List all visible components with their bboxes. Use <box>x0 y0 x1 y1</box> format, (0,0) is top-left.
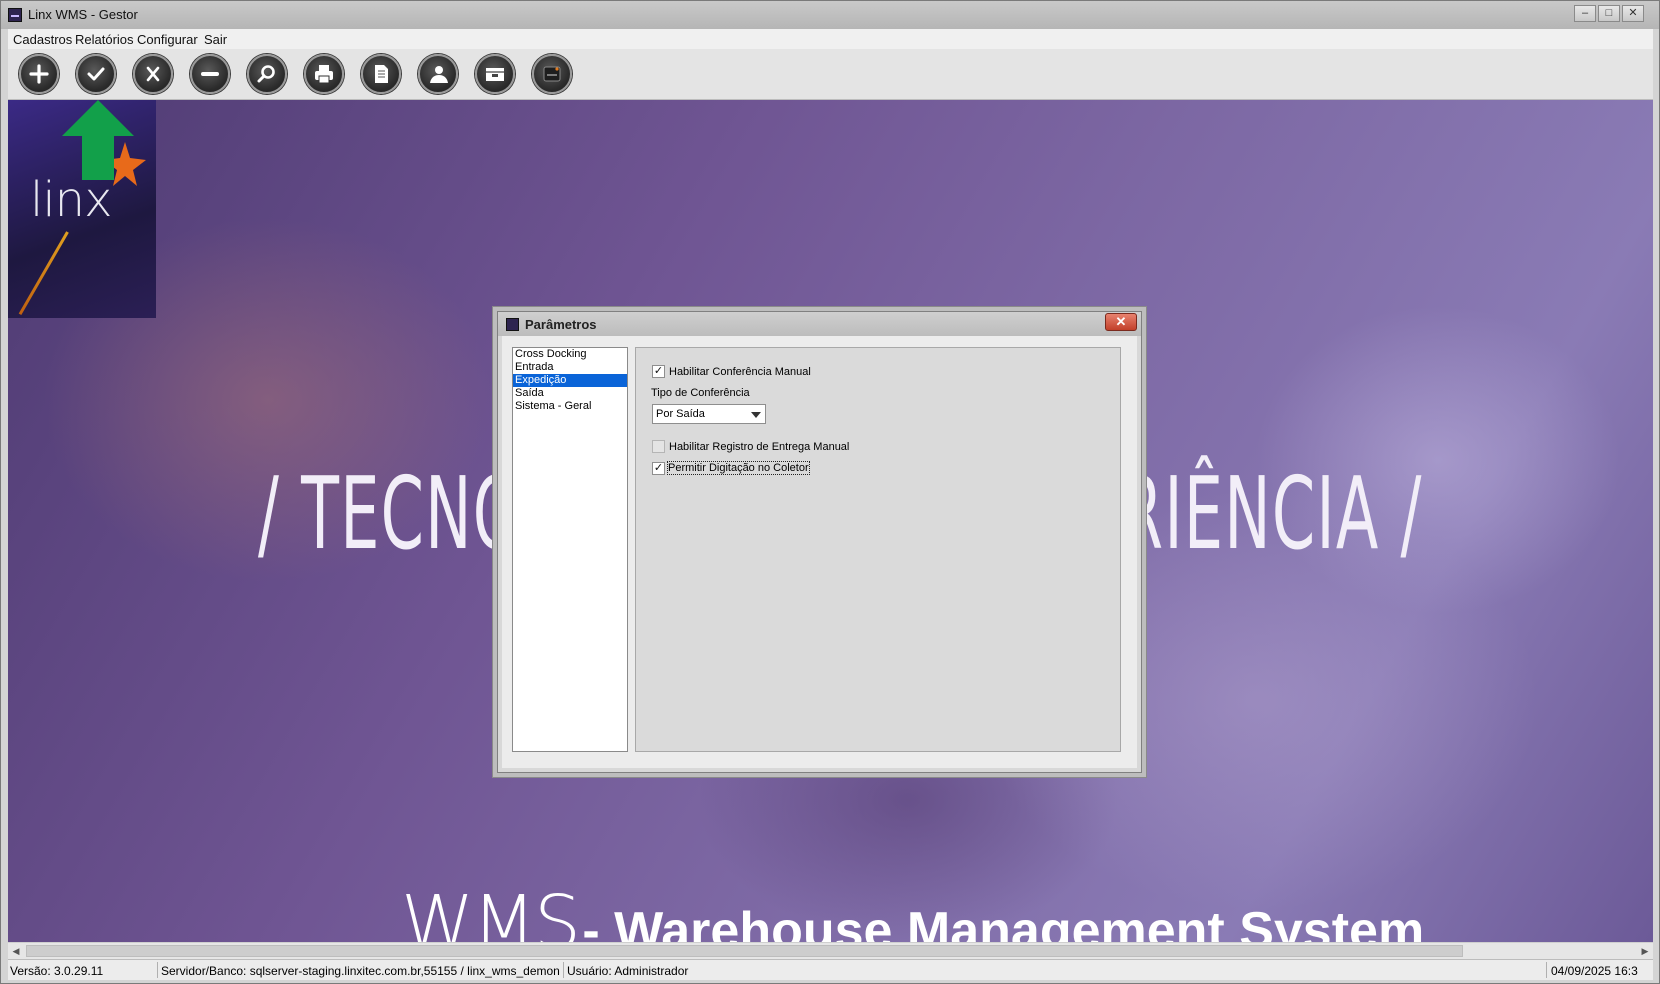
search-button[interactable] <box>247 54 287 94</box>
status-user: Usuário: Administrador <box>567 964 689 978</box>
document-icon <box>375 65 388 83</box>
habilitar-conferencia-label[interactable]: Habilitar Conferência Manual <box>669 366 811 378</box>
document-button[interactable] <box>361 54 401 94</box>
chevron-down-icon <box>751 412 761 418</box>
scroll-left-icon[interactable]: ◀ <box>10 945 22 957</box>
toolbar <box>8 49 1653 100</box>
tipo-conferencia-value: Por Saída <box>656 408 705 420</box>
dialog-close-button[interactable]: ✕ <box>1105 313 1137 331</box>
remove-button[interactable] <box>190 54 230 94</box>
magnifier-icon <box>257 65 275 83</box>
status-bar: Versão: 3.0.29.11 Servidor/Banco: sqlser… <box>8 959 1653 980</box>
maximize-button[interactable]: □ <box>1598 5 1620 22</box>
habilitar-registro-entrega-checkbox[interactable] <box>652 440 665 453</box>
logo-slash <box>18 231 69 316</box>
linx-icon <box>543 66 561 82</box>
green-arrow-icon <box>62 100 134 180</box>
confirm-button[interactable] <box>76 54 116 94</box>
scroll-right-icon[interactable]: ▶ <box>1639 945 1651 957</box>
close-window-button[interactable]: ✕ <box>1622 5 1644 22</box>
tipo-conferencia-label: Tipo de Conferência <box>651 387 750 399</box>
scroll-thumb[interactable] <box>26 945 1463 957</box>
habilitar-conferencia-checkbox[interactable]: ✓ <box>652 365 665 378</box>
title-bar[interactable]: Linx WMS - Gestor – □ ✕ <box>1 1 1659 29</box>
user-button[interactable] <box>418 54 458 94</box>
x-icon <box>146 66 160 82</box>
main-window: Linx WMS - Gestor – □ ✕ Cadastros Relató… <box>0 0 1660 984</box>
tipo-conferencia-select[interactable]: Por Saída <box>652 404 766 424</box>
category-item-entrada[interactable]: Entrada <box>513 361 627 374</box>
status-datetime: 04/09/2025 16:3 <box>1551 964 1638 978</box>
menu-bar: Cadastros Relatórios Configurar Sair <box>8 29 1653 50</box>
category-item-cross-docking[interactable]: Cross Docking <box>513 348 627 361</box>
window-title: Linx WMS - Gestor <box>28 7 138 22</box>
parametros-dialog: Parâmetros ✕ Cross Docking Entrada Exped… <box>497 311 1142 773</box>
permitir-digitacao-checkbox[interactable]: ✓ <box>652 462 665 475</box>
category-item-saida[interactable]: Saída <box>513 387 627 400</box>
wms-banner: WMS - Warehouse Management System <box>401 880 1424 942</box>
habilitar-registro-entrega-label[interactable]: Habilitar Registro de Entrega Manual <box>669 441 849 453</box>
status-server: Servidor/Banco: sqlserver-staging.linxit… <box>161 964 560 978</box>
dialog-app-icon <box>506 318 519 331</box>
dialog-title-bar[interactable]: Parâmetros ✕ <box>498 312 1141 336</box>
plus-icon <box>29 64 49 84</box>
menu-relatorios[interactable]: Relatórios <box>75 32 134 47</box>
add-button[interactable] <box>19 54 59 94</box>
slogan-left: / TECNO <box>258 455 523 572</box>
background-area: linx / TECNO RIÊNCIA / WMS - Warehouse M… <box>8 100 1653 942</box>
menu-sair[interactable]: Sair <box>204 32 227 47</box>
minimize-button[interactable]: – <box>1574 5 1596 22</box>
minus-icon <box>201 72 219 76</box>
logo-text: linx <box>30 172 112 228</box>
slogan-right: RIÊNCIA / <box>1120 455 1423 572</box>
archive-icon <box>486 68 504 81</box>
wms-subtitle: - Warehouse Management System <box>582 902 1425 942</box>
menu-configurar[interactable]: Configurar <box>137 32 198 47</box>
printer-icon <box>315 65 333 84</box>
linx-button[interactable] <box>532 54 572 94</box>
dialog-title: Parâmetros <box>525 317 597 332</box>
category-list[interactable]: Cross Docking Entrada Expedição Saída Si… <box>512 347 628 752</box>
category-item-expedicao[interactable]: Expedição <box>513 374 627 387</box>
dialog-body: Cross Docking Entrada Expedição Saída Si… <box>502 336 1137 768</box>
permitir-digitacao-label[interactable]: Permitir Digitação no Coletor <box>667 461 810 475</box>
print-button[interactable] <box>304 54 344 94</box>
settings-panel: ✓ Habilitar Conferência Manual Tipo de C… <box>635 347 1121 752</box>
archive-button[interactable] <box>475 54 515 94</box>
user-icon <box>430 66 448 83</box>
menu-cadastros[interactable]: Cadastros <box>13 32 72 47</box>
horizontal-scrollbar[interactable]: ◀ ▶ <box>8 942 1653 960</box>
cancel-button[interactable] <box>133 54 173 94</box>
wms-title: WMS <box>401 880 581 942</box>
app-icon <box>8 8 22 22</box>
category-item-sistema-geral[interactable]: Sistema - Geral <box>513 400 627 413</box>
status-version: Versão: 3.0.29.11 <box>10 964 104 978</box>
check-icon <box>87 67 105 81</box>
